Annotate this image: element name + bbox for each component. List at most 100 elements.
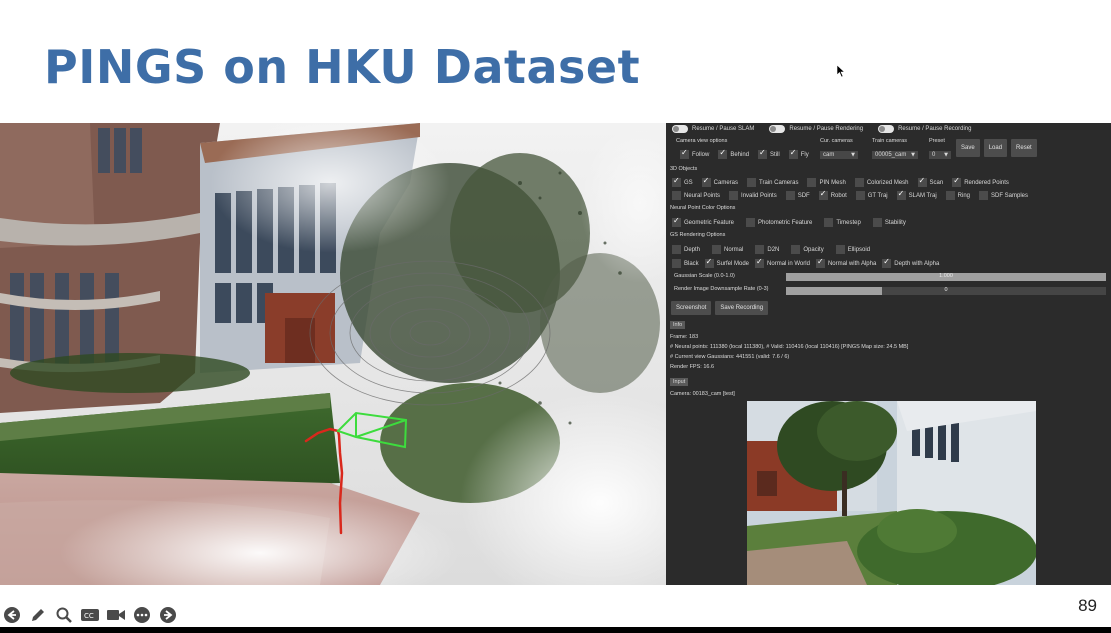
checkbox-unchecked-icon[interactable]: [672, 259, 681, 268]
checkbox-unchecked-icon[interactable]: [729, 191, 739, 200]
checkbox-unchecked-icon[interactable]: [747, 178, 757, 187]
checkbox-normal[interactable]: Normal: [712, 245, 743, 254]
checkbox-unchecked-icon[interactable]: [855, 191, 865, 200]
checkbox-train-cameras[interactable]: Train Cameras: [747, 178, 798, 187]
preset-select[interactable]: 0: [929, 151, 951, 159]
checkbox-still[interactable]: Still: [758, 148, 780, 159]
view-gaussians-text: # Current view Gaussians: 441551 (valid:…: [670, 354, 790, 360]
downsample-label: Render Image Downsample Rate (0-3): [674, 286, 769, 292]
checkbox-neural-points[interactable]: Neural Points: [672, 191, 720, 200]
train-cameras-label: Train cameras: [872, 138, 907, 144]
checkbox-timestep[interactable]: Timestep: [824, 218, 861, 227]
checkbox-colorized-mesh[interactable]: Colorized Mesh: [854, 178, 909, 187]
train-cameras-select[interactable]: 00005_cam: [872, 151, 918, 159]
forward-arrow-icon[interactable]: [158, 605, 178, 625]
checkbox-black[interactable]: Black: [672, 259, 699, 268]
toggle-switch-icon[interactable]: [878, 125, 895, 133]
checkbox-checked-icon[interactable]: [896, 189, 906, 200]
screenshot-button[interactable]: Screenshot: [671, 301, 712, 315]
pen-icon[interactable]: [28, 605, 48, 625]
info-section-tag[interactable]: Info: [670, 321, 686, 329]
checkbox-geometric-feature[interactable]: Geometric Feature: [672, 216, 734, 227]
zoom-icon[interactable]: [54, 605, 74, 625]
checkbox-unchecked-icon[interactable]: [872, 218, 882, 227]
checkbox-ellipsoid[interactable]: Ellipsoid: [835, 245, 870, 254]
checkbox-fly[interactable]: Fly: [788, 148, 809, 159]
toggle-recording[interactable]: Resume / Pause Recording: [878, 125, 971, 133]
checkbox-normal-with-alpha[interactable]: Normal with Alpha: [815, 257, 876, 268]
save-button[interactable]: Save: [956, 139, 980, 157]
checkbox-checked-icon[interactable]: [672, 216, 681, 227]
checkbox-cameras[interactable]: Cameras: [701, 176, 738, 187]
checkbox-unchecked-icon[interactable]: [807, 178, 817, 187]
checkbox-slam-traj[interactable]: SLAM Traj: [896, 189, 937, 200]
checkbox-checked-icon[interactable]: [680, 148, 689, 159]
frame-count-text: Frame: 183: [670, 334, 699, 340]
checkbox-checked-icon[interactable]: [701, 176, 711, 187]
checkbox-unchecked-icon[interactable]: [835, 245, 845, 254]
checkbox-checked-icon[interactable]: [952, 176, 962, 187]
checkbox-unchecked-icon[interactable]: [791, 245, 801, 254]
checkbox-depth[interactable]: Depth: [672, 245, 700, 254]
toggle-rendering[interactable]: Resume / Pause Rendering: [769, 125, 863, 133]
checkbox-gt-traj[interactable]: GT Traj: [855, 191, 888, 200]
checkbox-surfel-mode[interactable]: Surfel Mode: [704, 257, 749, 268]
checkbox-checked-icon[interactable]: [755, 257, 765, 268]
checkbox-checked-icon[interactable]: [704, 257, 714, 268]
checkbox-follow[interactable]: Follow: [680, 148, 709, 159]
checkbox-checked-icon[interactable]: [917, 176, 927, 187]
checkbox-ring[interactable]: Ring: [945, 191, 970, 200]
checkbox-checked-icon[interactable]: [672, 176, 681, 187]
checkbox-gs[interactable]: GS: [672, 176, 693, 187]
checkbox-opacity[interactable]: Opacity: [791, 245, 824, 254]
load-button[interactable]: Load: [983, 139, 1008, 157]
checkbox-unchecked-icon[interactable]: [746, 218, 756, 227]
checkbox-unchecked-icon[interactable]: [979, 191, 988, 200]
toggle-slam[interactable]: Resume / Pause SLAM: [672, 125, 754, 133]
cur-cameras-select[interactable]: cam: [820, 151, 858, 159]
checkbox-unchecked-icon[interactable]: [785, 191, 795, 200]
objects-3d-heading: 3D Objects: [670, 166, 698, 172]
checkbox-unchecked-icon[interactable]: [672, 191, 681, 200]
checkbox-sdf[interactable]: SDF: [785, 191, 810, 200]
checkbox-unchecked-icon[interactable]: [945, 191, 955, 200]
save-recording-button[interactable]: Save Recording: [715, 301, 769, 315]
checkbox-d2n[interactable]: D2N: [755, 245, 779, 254]
checkbox-checked-icon[interactable]: [882, 257, 892, 268]
render-viewport[interactable]: [0, 123, 666, 585]
more-icon[interactable]: [132, 605, 152, 625]
checkbox-scan[interactable]: Scan: [917, 176, 944, 187]
toggle-switch-icon[interactable]: [672, 125, 688, 133]
neural-color-heading: Neural Point Color Options: [670, 205, 736, 211]
video-icon[interactable]: [106, 605, 126, 625]
checkbox-behind[interactable]: Behind: [718, 148, 749, 159]
checkbox-robot[interactable]: Robot: [818, 189, 847, 200]
checkbox-unchecked-icon[interactable]: [755, 245, 765, 254]
captions-icon[interactable]: CC: [80, 605, 100, 625]
toggle-switch-icon[interactable]: [769, 125, 786, 133]
checkbox-checked-icon[interactable]: [788, 148, 798, 159]
checkbox-invalid-points[interactable]: Invalid Points: [729, 191, 777, 200]
input-section-tag[interactable]: Input: [670, 378, 689, 386]
checkbox-stability[interactable]: Stability: [872, 218, 906, 227]
checkbox-normal-in-world[interactable]: Normal in World: [755, 257, 810, 268]
back-arrow-icon[interactable]: [2, 605, 22, 625]
checkbox-depth-with-alpha[interactable]: Depth with Alpha: [882, 257, 939, 268]
checkbox-label: Scan: [929, 179, 944, 186]
checkbox-checked-icon[interactable]: [718, 148, 728, 159]
checkbox-unchecked-icon[interactable]: [712, 245, 722, 254]
checkbox-unchecked-icon[interactable]: [672, 245, 681, 254]
checkbox-checked-icon[interactable]: [758, 148, 768, 159]
downsample-slider[interactable]: 0: [786, 287, 1106, 295]
checkbox-rendered-points[interactable]: Rendered Points: [952, 176, 1009, 187]
checkbox-pin-mesh[interactable]: PIN Mesh: [807, 178, 846, 187]
checkbox-photometric-feature[interactable]: Photometric Feature: [746, 218, 812, 227]
reset-button[interactable]: Reset: [1011, 139, 1037, 157]
checkbox-unchecked-icon[interactable]: [824, 218, 834, 227]
gaussian-scale-label: Gaussian Scale (0.0-1.0): [674, 273, 735, 279]
checkbox-unchecked-icon[interactable]: [854, 178, 864, 187]
checkbox-checked-icon[interactable]: [815, 257, 825, 268]
checkbox-checked-icon[interactable]: [818, 189, 828, 200]
gaussian-scale-slider[interactable]: 1.000: [786, 273, 1106, 281]
checkbox-sdf-samples[interactable]: SDF Samples: [979, 191, 1028, 200]
